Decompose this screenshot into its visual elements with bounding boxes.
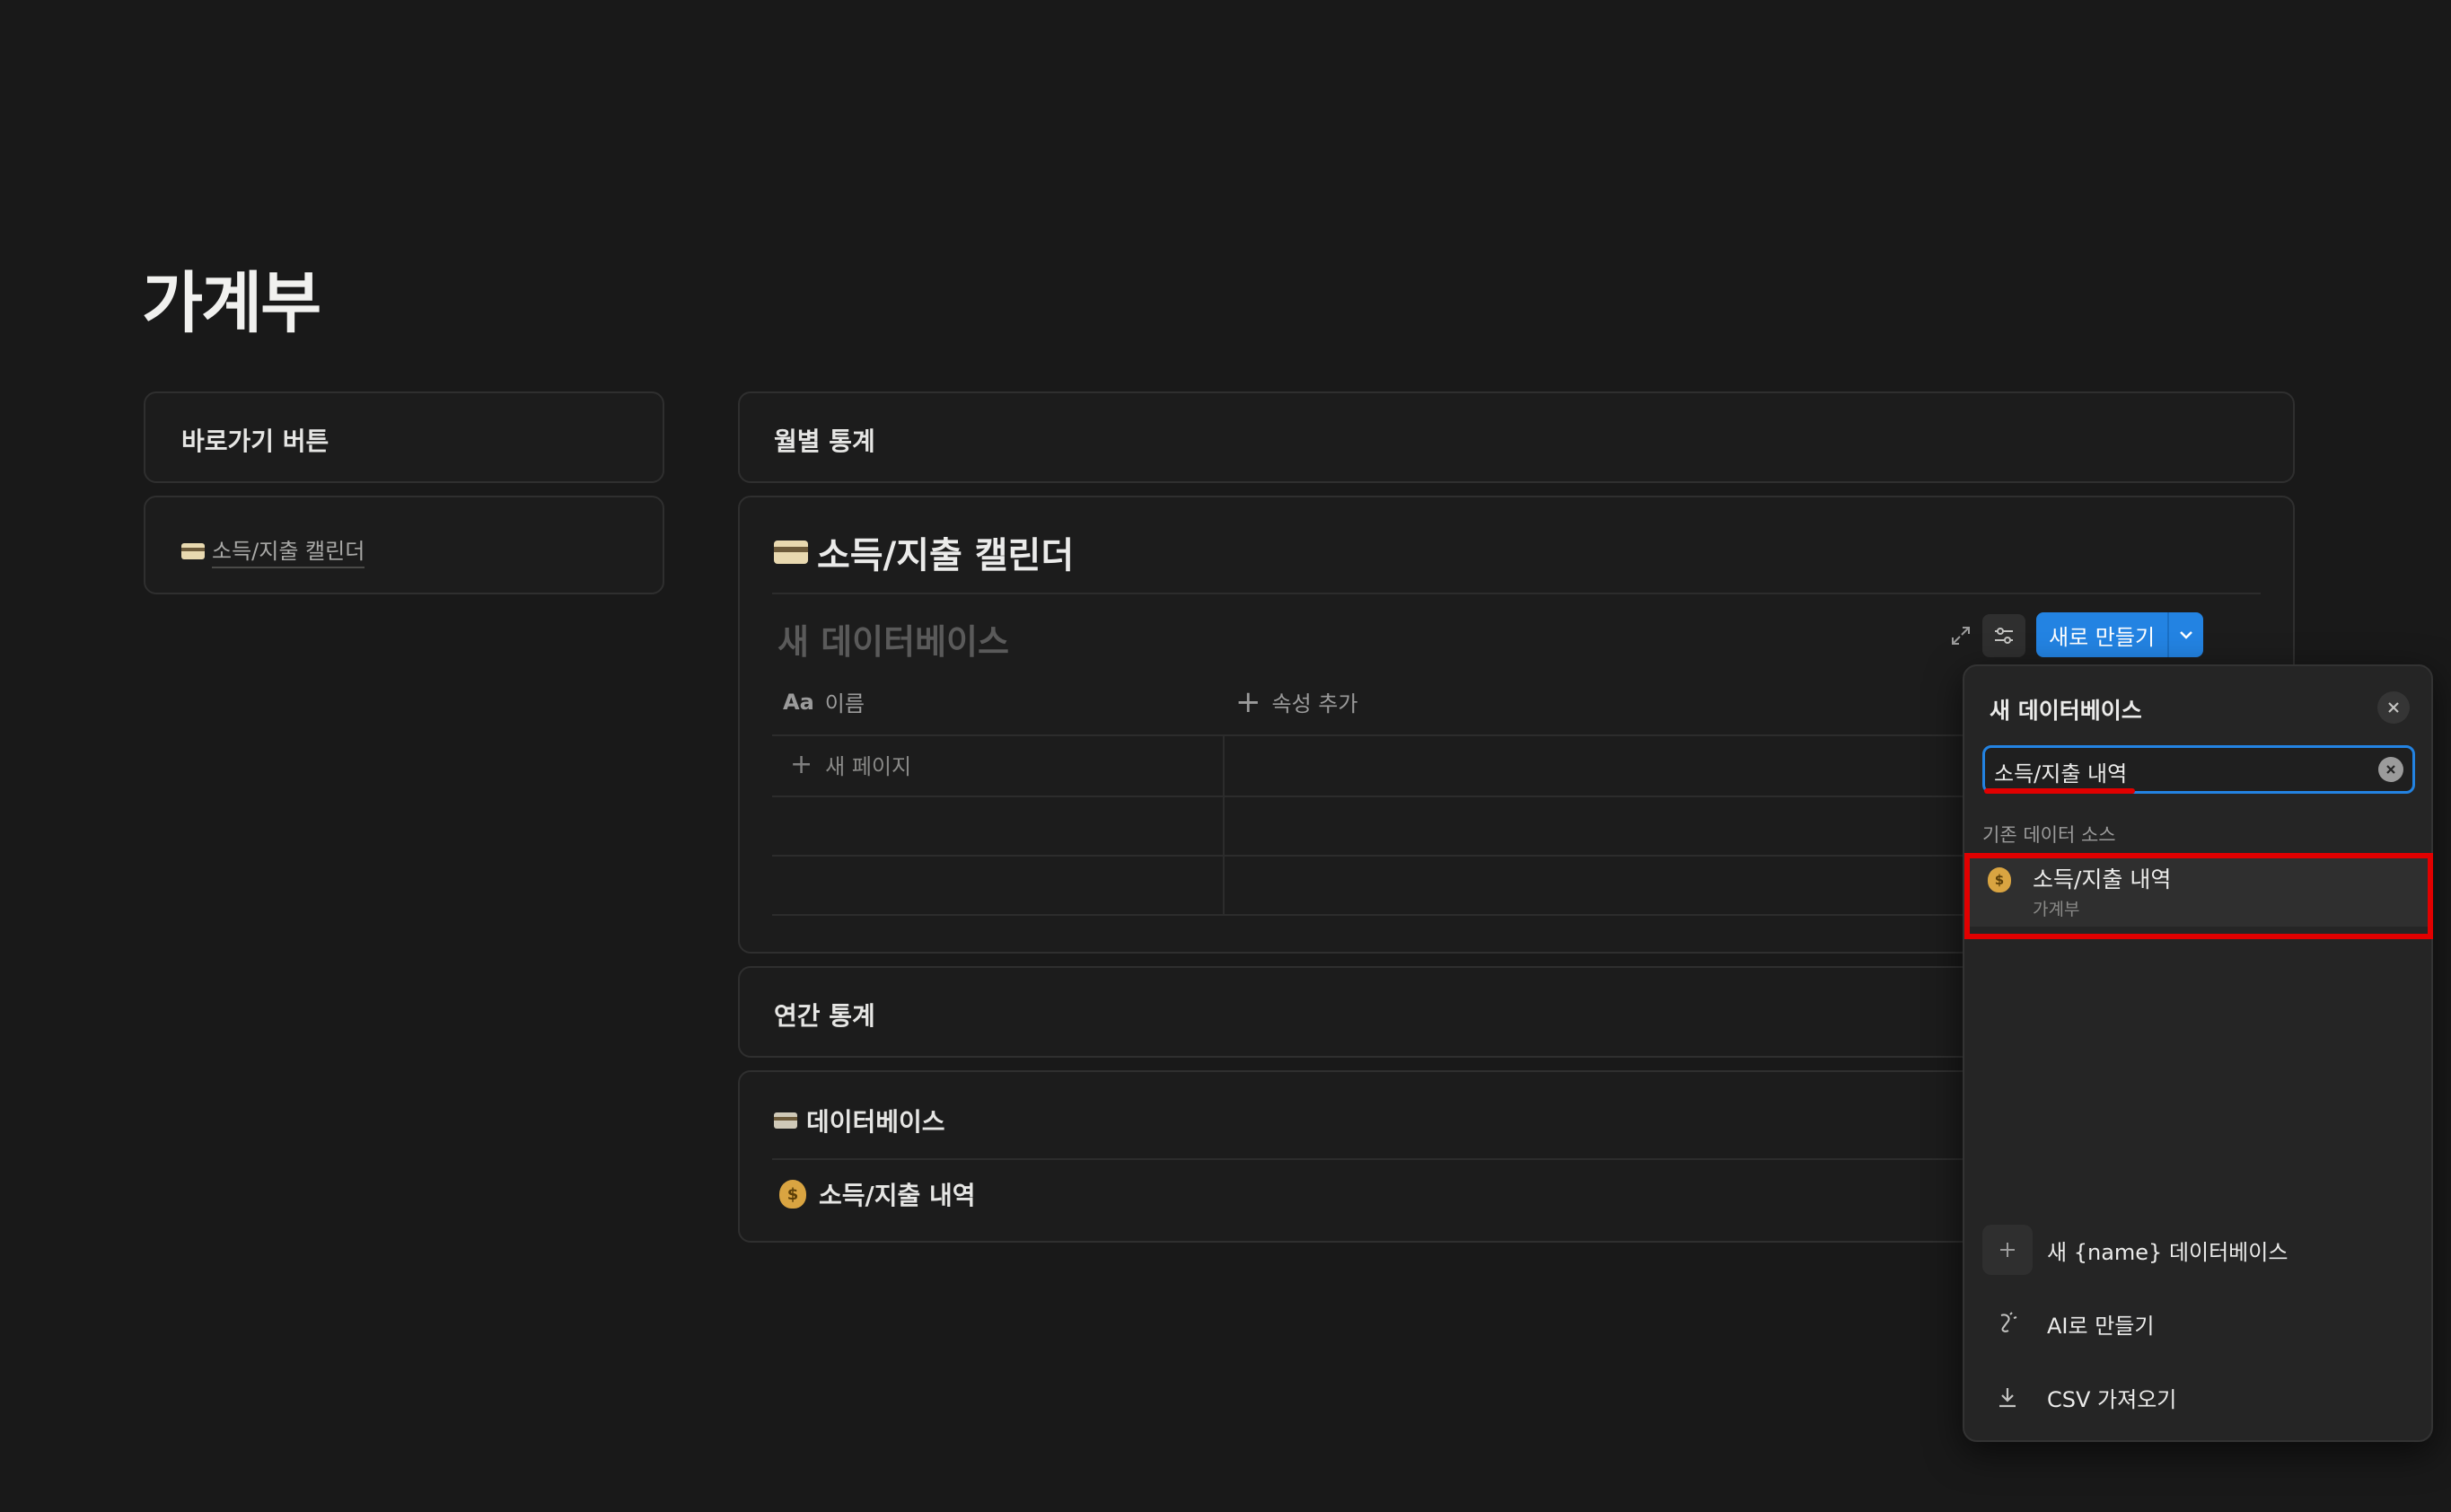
expand-icon[interactable] xyxy=(1943,618,1979,654)
database-name-placeholder[interactable]: 새 데이터베이스 xyxy=(777,614,1009,664)
database-item[interactable]: $ 소득/지출 내역 xyxy=(779,1176,976,1212)
chevron-down-icon[interactable] xyxy=(2169,626,2203,644)
new-database-popover: 새 데이터베이스 소득/지출 내역 기존 데이터 소스 $ 소득/지출 내역 가… xyxy=(1963,664,2433,1442)
calendar-shortcut-link[interactable]: 소득/지출 캘린더 xyxy=(181,533,365,568)
clear-search-icon[interactable] xyxy=(2378,757,2403,782)
new-named-database-label: 새 {name} 데이터베이스 xyxy=(2047,1239,2288,1265)
search-input[interactable]: 소득/지출 내역 xyxy=(1982,745,2415,794)
settings-sliders-icon[interactable] xyxy=(1982,614,2025,657)
popover-title: 새 데이터베이스 xyxy=(1990,698,2142,724)
highlight-annotation xyxy=(1964,853,2433,939)
ai-icon xyxy=(1982,1298,2033,1349)
download-icon xyxy=(1982,1372,2033,1422)
database-item-label: 소득/지출 내역 xyxy=(819,1181,976,1210)
table-divider xyxy=(772,855,2011,857)
card-box-icon xyxy=(774,1112,797,1129)
calendar-block-header: 소득/지출 캘린더 xyxy=(774,526,1074,578)
column-header-name[interactable]: Aa 이름 xyxy=(783,686,865,717)
column-divider xyxy=(1223,736,1225,916)
ai-create-action[interactable]: AI로 만들기 xyxy=(1982,1298,2154,1349)
new-page-button[interactable]: + 새 페이지 xyxy=(790,749,911,780)
new-button[interactable]: 새로 만들기 xyxy=(2036,612,2203,657)
money-bag-icon: $ xyxy=(779,1180,806,1209)
table-divider xyxy=(772,914,2011,916)
close-icon[interactable] xyxy=(2377,691,2410,724)
new-page-label: 새 페이지 xyxy=(825,754,912,779)
new-named-database-action[interactable]: 새 {name} 데이터베이스 xyxy=(1982,1225,2288,1275)
calendar-shortcut-label: 소득/지출 캘린더 xyxy=(212,533,365,568)
shortcut-block: 바로가기 버튼 xyxy=(144,391,664,483)
monthly-stats-title: 월별 통계 xyxy=(774,426,875,456)
add-property-label: 속성 추가 xyxy=(1271,691,1358,716)
credit-card-icon xyxy=(774,541,808,564)
divider xyxy=(772,593,2261,594)
new-button-label[interactable]: 새로 만들기 xyxy=(2036,620,2167,651)
annual-stats-title: 연간 통계 xyxy=(774,1001,875,1031)
table-divider xyxy=(772,734,2011,736)
section-label: 기존 데이터 소스 xyxy=(1982,824,2116,846)
text-type-icon: Aa xyxy=(783,689,814,715)
page-title: 가계부 xyxy=(142,265,321,342)
plus-icon: + xyxy=(1235,683,1261,720)
column-header-name-label: 이름 xyxy=(824,691,865,716)
shortcut-block-title: 바로가기 버튼 xyxy=(181,426,329,456)
plus-icon xyxy=(1982,1225,2033,1275)
csv-import-label: CSV 가져오기 xyxy=(2047,1386,2177,1412)
plus-icon: + xyxy=(790,748,813,780)
search-input-value[interactable]: 소득/지출 내역 xyxy=(1994,756,2127,787)
csv-import-action[interactable]: CSV 가져오기 xyxy=(1982,1372,2176,1422)
credit-card-icon xyxy=(181,542,205,559)
database-block-header: 데이터베이스 xyxy=(774,1103,945,1138)
search-underline-annotation xyxy=(1984,788,2135,794)
monthly-stats-block: 월별 통계 xyxy=(738,391,2295,483)
ai-create-label: AI로 만들기 xyxy=(2047,1313,2155,1339)
calendar-shortcut-block: 소득/지출 캘린더 xyxy=(144,496,664,594)
database-block-title: 데이터베이스 xyxy=(806,1107,945,1137)
add-property-button[interactable]: + 속성 추가 xyxy=(1235,686,1357,717)
table-divider xyxy=(772,796,2011,797)
calendar-block-title: 소득/지출 캘린더 xyxy=(817,535,1075,576)
